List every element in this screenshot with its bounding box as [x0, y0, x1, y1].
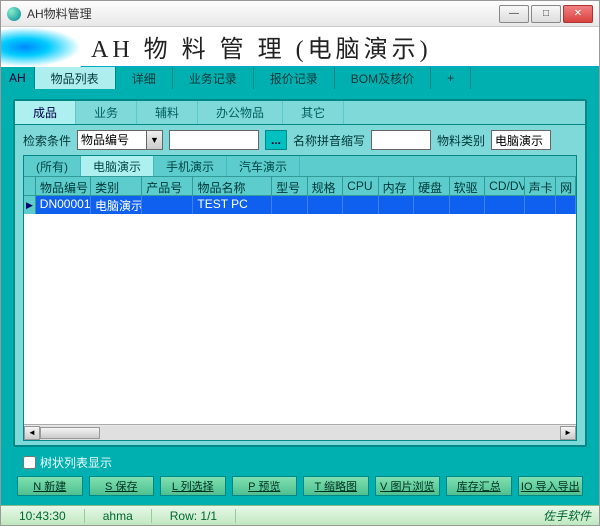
status-user: ahma — [85, 509, 152, 523]
col-header[interactable]: 声卡 — [525, 177, 557, 195]
cell: 电脑演示 — [91, 196, 142, 214]
label-category: 物料类别 — [437, 132, 485, 149]
tab-plus[interactable]: + — [431, 67, 471, 89]
maximize-button[interactable]: □ — [531, 5, 561, 23]
cattab-all[interactable]: (所有) — [24, 156, 81, 176]
tab-detail[interactable]: 详细 — [116, 67, 173, 89]
status-bar: 10:43:30 ahma Row: 1/1 佐手软件 — [1, 505, 599, 525]
subtab-office[interactable]: 办公物品 — [198, 101, 283, 124]
app-icon — [7, 7, 21, 21]
horizontal-scrollbar[interactable]: ◄ ► — [24, 424, 576, 440]
cell — [272, 196, 308, 214]
col-header[interactable]: 内存 — [379, 177, 415, 195]
btn-save[interactable]: S 保存 — [89, 476, 155, 496]
table-row[interactable]: ▶DN00001电脑演示 TEST PC — [24, 196, 576, 214]
scroll-right-icon[interactable]: ► — [560, 426, 576, 440]
cattab-phone[interactable]: 手机演示 — [154, 156, 227, 176]
col-header[interactable]: 物品编号 — [36, 177, 91, 195]
banner: AH 物 料 管 理 (电脑演示) — [1, 27, 599, 67]
col-header[interactable]: 类别 — [91, 177, 142, 195]
titlebar: AH物料管理 — □ ✕ — [1, 1, 599, 27]
grid-body[interactable]: ▶DN00001电脑演示 TEST PC — [24, 196, 576, 424]
scroll-left-icon[interactable]: ◄ — [24, 426, 40, 440]
col-header[interactable]: 物品名称 — [193, 177, 272, 195]
toolbar: N 新建 S 保存 L 列选择 P 预览 T 缩略图 V 图片浏览 库存汇总 I… — [13, 473, 587, 499]
col-header[interactable]: 硬盘 — [414, 177, 450, 195]
cell — [556, 196, 576, 214]
minimize-button[interactable]: — — [499, 5, 529, 23]
sub-tabs: 成品 业务 辅料 办公物品 其它 — [15, 101, 585, 125]
label-pinyin: 名称拼音缩写 — [293, 132, 365, 149]
status-brand: 佐手软件 — [535, 507, 599, 524]
condition-value: 物品编号 — [77, 130, 147, 150]
col-header[interactable]: CPU — [343, 177, 379, 195]
filter-row: 检索条件 物品编号 ▼ ... 名称拼音缩写 物料类别 — [15, 125, 585, 155]
cell — [414, 196, 450, 214]
subtab-other[interactable]: 其它 — [283, 101, 344, 124]
subtab-business[interactable]: 业务 — [76, 101, 137, 124]
main-window: AH物料管理 — □ ✕ AH 物 料 管 理 (电脑演示) AH 物品列表 详… — [0, 0, 600, 526]
col-header[interactable]: 规格 — [308, 177, 344, 195]
row-marker-header — [24, 177, 36, 195]
tree-checkbox[interactable] — [23, 456, 36, 469]
row-marker: ▶ — [24, 196, 36, 214]
col-header[interactable]: CD/DV — [485, 177, 524, 195]
cattab-computer[interactable]: 电脑演示 — [81, 156, 154, 176]
category-input[interactable] — [491, 130, 551, 150]
cell: DN00001 — [36, 196, 91, 214]
body: 成品 业务 辅料 办公物品 其它 检索条件 物品编号 ▼ ... 名称拼音缩写 … — [1, 89, 599, 505]
tab-item-list[interactable]: 物品列表 — [35, 67, 116, 89]
banner-logo — [1, 27, 81, 67]
banner-title: AH 物 料 管 理 (电脑演示) — [91, 29, 432, 64]
cell: TEST PC — [193, 196, 272, 214]
window-title: AH物料管理 — [27, 5, 499, 22]
pinyin-input[interactable] — [371, 130, 431, 150]
close-button[interactable]: ✕ — [563, 5, 593, 23]
btn-io[interactable]: IO 导入导出 — [518, 476, 584, 496]
label-condition: 检索条件 — [23, 132, 71, 149]
status-time: 10:43:30 — [1, 509, 85, 523]
tree-check-row: 树状列表显示 — [13, 451, 587, 473]
condition-select[interactable]: 物品编号 ▼ — [77, 130, 163, 150]
grid-header: 物品编号类别产品号物品名称型号规格CPU内存硬盘软驱CD/DV声卡网 — [24, 176, 576, 196]
col-header[interactable]: 产品号 — [142, 177, 193, 195]
col-header[interactable]: 网 — [556, 177, 576, 195]
btn-new[interactable]: N 新建 — [17, 476, 83, 496]
search-input[interactable] — [169, 130, 259, 150]
tab-quote[interactable]: 报价记录 — [254, 67, 335, 89]
cell — [379, 196, 415, 214]
tab-ah[interactable]: AH — [1, 67, 35, 89]
chevron-down-icon[interactable]: ▼ — [147, 130, 163, 150]
category-tabs: (所有) 电脑演示 手机演示 汽车演示 — [24, 156, 576, 176]
grid-area: (所有) 电脑演示 手机演示 汽车演示 物品编号类别产品号物品名称型号规格CPU… — [23, 155, 577, 441]
col-header[interactable]: 软驱 — [450, 177, 486, 195]
lookup-button[interactable]: ... — [265, 130, 287, 150]
panel: 成品 业务 辅料 办公物品 其它 检索条件 物品编号 ▼ ... 名称拼音缩写 … — [13, 99, 587, 447]
col-header[interactable]: 型号 — [272, 177, 308, 195]
status-row: Row: 1/1 — [152, 509, 236, 523]
cell — [450, 196, 486, 214]
btn-stock[interactable]: 库存汇总 — [446, 476, 512, 496]
scroll-track[interactable] — [40, 426, 560, 440]
cell — [343, 196, 379, 214]
subtab-aux[interactable]: 辅料 — [137, 101, 198, 124]
tab-bom[interactable]: BOM及核价 — [335, 67, 431, 89]
btn-preview[interactable]: P 预览 — [232, 476, 298, 496]
btn-image[interactable]: V 图片浏览 — [375, 476, 441, 496]
tree-label: 树状列表显示 — [40, 454, 112, 471]
cell — [142, 196, 193, 214]
cell — [485, 196, 524, 214]
cattab-car[interactable]: 汽车演示 — [227, 156, 300, 176]
main-tabs: AH 物品列表 详细 业务记录 报价记录 BOM及核价 + — [1, 67, 599, 89]
subtab-finished[interactable]: 成品 — [15, 101, 76, 124]
btn-thumb[interactable]: T 缩略图 — [303, 476, 369, 496]
tab-business[interactable]: 业务记录 — [173, 67, 254, 89]
cell — [308, 196, 344, 214]
cell — [525, 196, 557, 214]
scroll-thumb[interactable] — [40, 427, 100, 439]
btn-cols[interactable]: L 列选择 — [160, 476, 226, 496]
